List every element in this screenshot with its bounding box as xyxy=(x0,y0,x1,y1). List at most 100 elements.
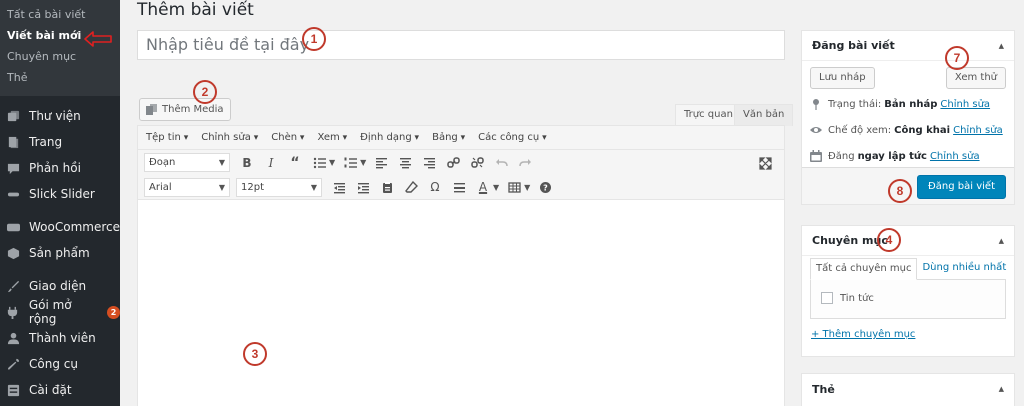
chevron-down-icon[interactable]: ▼ xyxy=(493,183,499,192)
font-family-select[interactable]: Arial ▼ xyxy=(144,177,230,197)
editor-menubar: Tệp tin Chỉnh sửa Chèn Xem Định dạng Bản… xyxy=(138,126,784,150)
plugins-icon xyxy=(6,305,20,319)
menu-format[interactable]: Định dạng xyxy=(356,132,419,143)
redo-icon[interactable] xyxy=(514,153,536,173)
sidebar-item-products[interactable]: Sản phẩm xyxy=(0,240,120,266)
publish-box-header[interactable]: Đăng bài viết ▲ xyxy=(802,31,1014,61)
sidebar-item-pages[interactable]: Trang xyxy=(0,129,120,155)
sidebar-item-users[interactable]: Thành viên xyxy=(0,325,120,351)
special-character-icon[interactable]: Ω xyxy=(424,177,446,197)
tab-visual[interactable]: Trực quan xyxy=(675,104,742,126)
numbered-list-icon[interactable] xyxy=(339,153,361,173)
collapse-arrow-icon[interactable]: ▲ xyxy=(999,42,1004,50)
woocommerce-icon xyxy=(6,220,20,234)
font-size-select[interactable]: 12pt ▼ xyxy=(236,177,322,197)
editor-toolbar-2: Arial ▼ 12pt ▼ Ω A ▼ ▼ ? xyxy=(138,175,784,200)
sidebar-item-label: Thư viện xyxy=(29,109,81,123)
help-icon[interactable]: ? xyxy=(534,177,556,197)
sidebar-item-appearance[interactable]: Giao diện xyxy=(0,273,120,299)
menu-insert[interactable]: Chèn xyxy=(267,132,304,143)
menu-table[interactable]: Bảng xyxy=(428,132,465,143)
clear-formatting-icon[interactable] xyxy=(400,177,422,197)
chevron-down-icon[interactable]: ▼ xyxy=(329,158,335,167)
sidebar-item-label: WooCommerce xyxy=(29,220,120,234)
sidebar-item-settings[interactable]: Cài đặt xyxy=(0,377,120,403)
sidebar-item-label: Cài đặt xyxy=(29,383,72,397)
edit-visibility-link[interactable]: Chỉnh sửa xyxy=(953,125,1003,136)
chevron-down-icon[interactable]: ▼ xyxy=(524,183,530,192)
tab-all-categories[interactable]: Tất cả chuyên mục xyxy=(810,258,918,280)
align-center-icon[interactable] xyxy=(394,153,416,173)
menu-edit[interactable]: Chỉnh sửa xyxy=(197,132,258,143)
sidebar-item-media[interactable]: Thư viện xyxy=(0,103,120,129)
bold-icon[interactable]: B xyxy=(236,153,258,173)
category-checkbox[interactable] xyxy=(821,292,833,304)
admin-sidebar: Tất cả bài viết Viết bài mới Chuyên mục … xyxy=(0,0,120,406)
block-format-select[interactable]: Đoạn ▼ xyxy=(144,153,230,172)
sidebar-item-label: Giao diện xyxy=(29,279,87,293)
menu-tools[interactable]: Các công cụ xyxy=(474,132,547,143)
sidebar-item-woocommerce[interactable]: WooCommerce xyxy=(0,214,120,240)
category-item[interactable]: Tin tức xyxy=(821,292,874,304)
paste-text-icon[interactable] xyxy=(376,177,398,197)
submenu-tags[interactable]: Thẻ xyxy=(0,67,120,88)
undo-icon[interactable] xyxy=(490,153,512,173)
post-status-row: Trạng thái: Bản nháp Chỉnh sửa xyxy=(810,98,990,110)
sidebar-item-label: Công cụ xyxy=(29,357,78,371)
publish-button[interactable]: Đăng bài viết xyxy=(917,175,1006,199)
annotation-marker-2: 2 xyxy=(193,80,217,104)
tags-box-header[interactable]: Thẻ ▲ xyxy=(802,374,1014,404)
tab-most-used[interactable]: Dùng nhiều nhất xyxy=(917,258,1011,280)
chevron-down-icon: ▼ xyxy=(310,182,317,192)
preview-button[interactable]: Xem thử xyxy=(945,67,1006,89)
menu-file[interactable]: Tệp tin xyxy=(142,132,188,143)
tab-text[interactable]: Văn bản xyxy=(734,104,794,126)
tools-icon xyxy=(6,357,20,371)
edit-status-link[interactable]: Chỉnh sửa xyxy=(940,99,990,110)
post-title-input[interactable]: Nhập tiêu đề tại đây xyxy=(137,30,785,60)
annotation-marker-3: 3 xyxy=(243,342,267,366)
tags-box: Thẻ ▲ xyxy=(801,373,1015,406)
category-checklist: Tin tức xyxy=(810,279,1006,319)
align-left-icon[interactable] xyxy=(370,153,392,173)
sidebar-item-tools[interactable]: Công cụ xyxy=(0,351,120,377)
sidebar-item-label: Trang xyxy=(29,135,63,149)
categories-box-header[interactable]: Chuyên mục ▲ xyxy=(802,226,1014,256)
remove-link-icon[interactable] xyxy=(466,153,488,173)
edit-schedule-link[interactable]: Chỉnh sửa xyxy=(930,151,980,162)
appearance-icon xyxy=(6,279,20,293)
annotation-marker-4: 4 xyxy=(877,228,901,252)
post-content-editor: Tệp tin Chỉnh sửa Chèn Xem Định dạng Bản… xyxy=(137,125,785,406)
indent-icon[interactable] xyxy=(352,177,374,197)
chevron-down-icon[interactable]: ▼ xyxy=(360,158,366,167)
collapse-arrow-icon[interactable]: ▲ xyxy=(999,385,1004,393)
submenu-all-posts[interactable]: Tất cả bài viết xyxy=(0,4,120,25)
sidebar-item-slick-slider[interactable]: Slick Slider xyxy=(0,181,120,207)
svg-text:?: ? xyxy=(543,183,548,192)
red-arrow-annotation-icon xyxy=(84,31,112,47)
save-draft-button[interactable]: Lưu nháp xyxy=(810,67,875,89)
sidebar-item-comments[interactable]: Phản hồi xyxy=(0,155,120,181)
editor-content-area[interactable] xyxy=(138,200,784,406)
insert-link-icon[interactable] xyxy=(442,153,464,173)
collapse-arrow-icon[interactable]: ▲ xyxy=(999,237,1004,245)
text-color-icon[interactable]: A xyxy=(472,177,494,197)
align-right-icon[interactable] xyxy=(418,153,440,173)
visibility-row: Chế độ xem: Công khai Chỉnh sửa xyxy=(810,124,1003,136)
sidebar-item-label: Slick Slider xyxy=(29,187,95,201)
italic-icon[interactable]: I xyxy=(260,153,282,173)
sidebar-item-plugins[interactable]: Gói mở rộng 2 xyxy=(0,298,120,326)
table-icon[interactable] xyxy=(503,177,525,197)
bullet-list-icon[interactable] xyxy=(308,153,330,173)
fullscreen-icon[interactable] xyxy=(754,153,776,173)
horizontal-line-icon[interactable] xyxy=(448,177,470,197)
tags-box-title: Thẻ xyxy=(812,382,835,396)
editor-toolbar-1: Đoạn ▼ B I “ ▼ ▼ xyxy=(138,150,784,175)
submenu-categories[interactable]: Chuyên mục xyxy=(0,46,120,67)
blockquote-icon[interactable]: “ xyxy=(284,153,306,173)
add-media-button[interactable]: Thêm Media xyxy=(139,98,231,121)
add-category-link[interactable]: + Thêm chuyên mục xyxy=(811,329,915,340)
outdent-icon[interactable] xyxy=(328,177,350,197)
menu-view[interactable]: Xem xyxy=(313,132,347,143)
products-icon xyxy=(6,246,20,260)
